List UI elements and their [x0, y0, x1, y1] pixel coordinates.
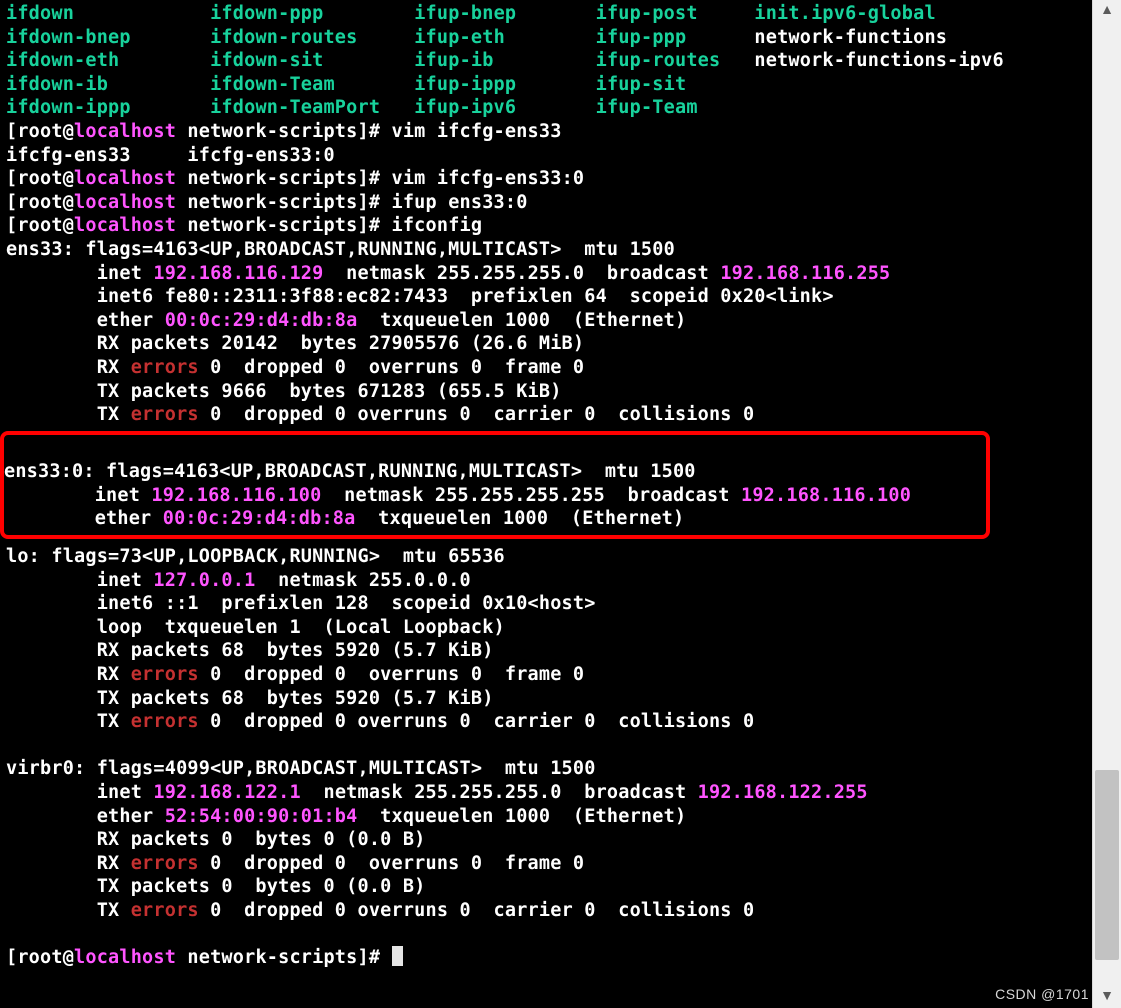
file-listing: ifdown ifdown-ppp ifup-bnep ifup-post in… [6, 3, 1004, 118]
prompt-line-4: [root@localhost network-scripts]# ifconf… [6, 215, 482, 236]
watermark: CSDN @1701 [995, 986, 1089, 1002]
ls-line: ifcfg-ens33 ifcfg-ens33:0 [6, 145, 335, 166]
iface-lo: lo: flags=73<UP,LOOPBACK,RUNNING> mtu 65… [6, 546, 754, 732]
prompt-line-final: [root@localhost network-scripts]# [6, 947, 392, 968]
app-root: ifdown ifdown-ppp ifup-bnep ifup-post in… [0, 0, 1121, 1008]
prompt-line-2: [root@localhost network-scripts]# vim if… [6, 168, 584, 189]
prompt-line-3: [root@localhost network-scripts]# ifup e… [6, 192, 528, 213]
scroll-thumb[interactable] [1095, 770, 1119, 960]
prompt-line-1: [root@localhost network-scripts]# vim if… [6, 121, 562, 142]
iface-ens33-0-highlight: ens33:0: flags=4163<UP,BROADCAST,RUNNING… [0, 431, 990, 539]
iface-virbr0: virbr0: flags=4099<UP,BROADCAST,MULTICAS… [6, 758, 868, 921]
scrollbar[interactable]: ▲ ▼ [1092, 0, 1121, 1008]
scroll-up-icon[interactable]: ▲ [1097, 2, 1117, 20]
scroll-down-icon[interactable]: ▼ [1097, 988, 1117, 1006]
iface-ens33: ens33: flags=4163<UP,BROADCAST,RUNNING,M… [6, 239, 890, 425]
cursor [392, 946, 403, 966]
terminal[interactable]: ifdown ifdown-ppp ifup-bnep ifup-post in… [0, 0, 1093, 1008]
